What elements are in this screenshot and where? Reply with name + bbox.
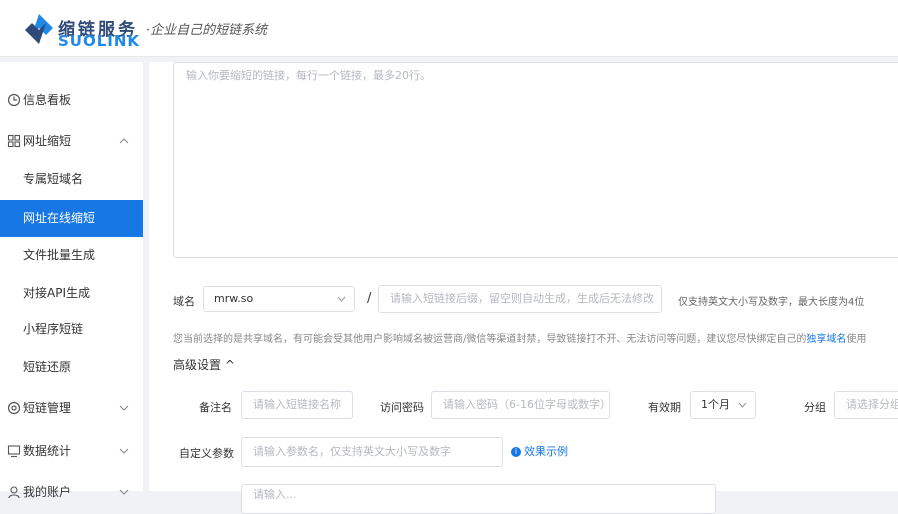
sidebar-subitem-label: 小程序短链 <box>23 322 84 336</box>
sidebar-subitem-online-shorten[interactable]: 网址在线缩短 <box>0 200 143 237</box>
example-link-label: 效果示例 <box>524 445 568 458</box>
suffix-input[interactable]: 请输入短链接后缀，留空则自动生成，生成后无法修改 <box>378 285 662 313</box>
sidebar-subitem-label: 对接API生成 <box>23 286 90 300</box>
sidebar-item-label: 数据统计 <box>23 444 72 458</box>
sidebar-item-label: 我的账户 <box>23 485 72 499</box>
sidebar-subitem-restore[interactable]: 短链还原 <box>0 349 143 386</box>
main-content: 输入你要缩短的链接，每行一个链接，最多20行。 域名 mrw.so / 请输入短… <box>149 62 898 514</box>
sidebar-item-link-manage[interactable]: 短链管理 <box>0 390 143 426</box>
next-field-input[interactable]: 请输入... <box>241 484 716 514</box>
next-field-placeholder: 请输入... <box>253 488 297 501</box>
sidebar-item-dashboard[interactable]: 信息看板 <box>0 82 143 118</box>
group-label: 分组 <box>804 401 826 414</box>
group-select[interactable]: 请选择分组 <box>834 391 898 419</box>
validity-select-value: 1个月 <box>701 398 730 411</box>
chevron-down-icon <box>337 296 346 302</box>
sidebar-subitem-label: 短链还原 <box>23 360 72 374</box>
sidebar-item-url-shorten[interactable]: 网址缩短 <box>0 123 143 159</box>
sidebar-item-account[interactable]: 我的账户 <box>0 474 143 510</box>
advanced-settings-toggle[interactable]: 高级设置 ^ <box>173 356 235 373</box>
password-input-placeholder: 请输入密码（6-16位字母或数字） <box>443 398 610 411</box>
chevron-down-icon <box>119 448 129 454</box>
sidebar-subitem-batch-file[interactable]: 文件批量生成 <box>0 237 143 274</box>
remark-label: 备注名 <box>199 401 232 414</box>
advanced-settings-title: 高级设置 <box>173 358 222 372</box>
chevron-up-icon: ^ <box>224 358 235 372</box>
params-input[interactable]: 请输入参数名，仅支持英文大小写及数字 <box>241 437 503 467</box>
url-textarea[interactable]: 输入你要缩短的链接，每行一个链接，最多20行。 <box>173 62 898 258</box>
gear-icon <box>7 401 21 415</box>
info-icon: i <box>511 447 521 457</box>
exclusive-domain-link[interactable]: 独享域名 <box>806 334 846 345</box>
sidebar-item-statistics[interactable]: 数据统计 <box>0 433 143 469</box>
params-label: 自定义参数 <box>179 447 234 460</box>
sidebar-subitem-api[interactable]: 对接API生成 <box>0 275 143 312</box>
brand-slogan: ·企业自己的短链系统 <box>146 23 268 38</box>
example-link[interactable]: i 效果示例 <box>511 443 568 459</box>
suffix-hint: 仅支持英文大小写及数字，最大长度为4位 <box>678 297 865 308</box>
validity-label: 有效期 <box>648 401 681 414</box>
sidebar-subitem-label: 专属短域名 <box>23 172 84 186</box>
sidebar-item-label: 信息看板 <box>23 93 72 107</box>
remark-input[interactable]: 请输入短链接名称 <box>241 391 353 419</box>
params-input-placeholder: 请输入参数名，仅支持英文大小写及数字 <box>253 445 451 458</box>
chevron-down-icon <box>738 402 747 408</box>
sidebar-item-label: 短链管理 <box>23 401 72 415</box>
domain-select-value: mrw.so <box>214 292 254 305</box>
notice-tail: 使用 <box>846 334 867 345</box>
password-input[interactable]: 请输入密码（6-16位字母或数字） <box>431 391 610 419</box>
chevron-down-icon <box>119 489 129 495</box>
brand-logo[interactable]: 缩链服务 SUOLINK ·企业自己的短链系统 <box>22 10 292 50</box>
grid-icon <box>7 134 21 148</box>
clock-icon <box>7 93 21 107</box>
user-icon <box>8 486 20 499</box>
domain-select[interactable]: mrw.so <box>203 286 355 312</box>
chart-icon <box>7 445 21 458</box>
domain-label: 域名 <box>173 295 195 308</box>
suffix-input-placeholder: 请输入短链接后缀，留空则自动生成，生成后无法修改 <box>390 292 654 305</box>
brand-name-en: SUOLINK <box>58 32 141 50</box>
shared-domain-notice: 您当前选择的是共享域名，有可能会受其他用户影响域名被运营商/微信等渠道封禁，导致… <box>173 330 866 345</box>
sidebar-item-label: 网址缩短 <box>23 134 72 148</box>
url-textarea-placeholder: 输入你要缩短的链接，每行一个链接，最多20行。 <box>186 69 431 82</box>
group-select-placeholder: 请选择分组 <box>846 398 898 411</box>
sidebar-subitem-label: 文件批量生成 <box>23 248 96 262</box>
password-label: 访问密码 <box>380 401 424 414</box>
validity-select[interactable]: 1个月 <box>690 391 756 419</box>
chevron-up-icon <box>119 138 129 144</box>
sidebar-subitem-label: 网址在线缩短 <box>23 211 96 225</box>
suolink-logo-icon <box>25 14 53 44</box>
sidebar-subitem-miniprogram[interactable]: 小程序短链 <box>0 311 143 348</box>
slash-separator: / <box>367 291 372 306</box>
notice-text: 您当前选择的是共享域名，有可能会受其他用户影响域名被运营商/微信等渠道封禁，导致… <box>173 334 807 345</box>
remark-input-placeholder: 请输入短链接名称 <box>253 398 341 411</box>
top-header: 缩链服务 SUOLINK ·企业自己的短链系统 <box>0 0 898 57</box>
sidebar-subitem-exclusive-domain[interactable]: 专属短域名 <box>0 161 143 198</box>
chevron-down-icon <box>119 405 129 411</box>
sidebar: 信息看板 网址缩短 专属短域名 网址在线缩短 文件批量生成 对接API生成 小程… <box>0 62 143 499</box>
